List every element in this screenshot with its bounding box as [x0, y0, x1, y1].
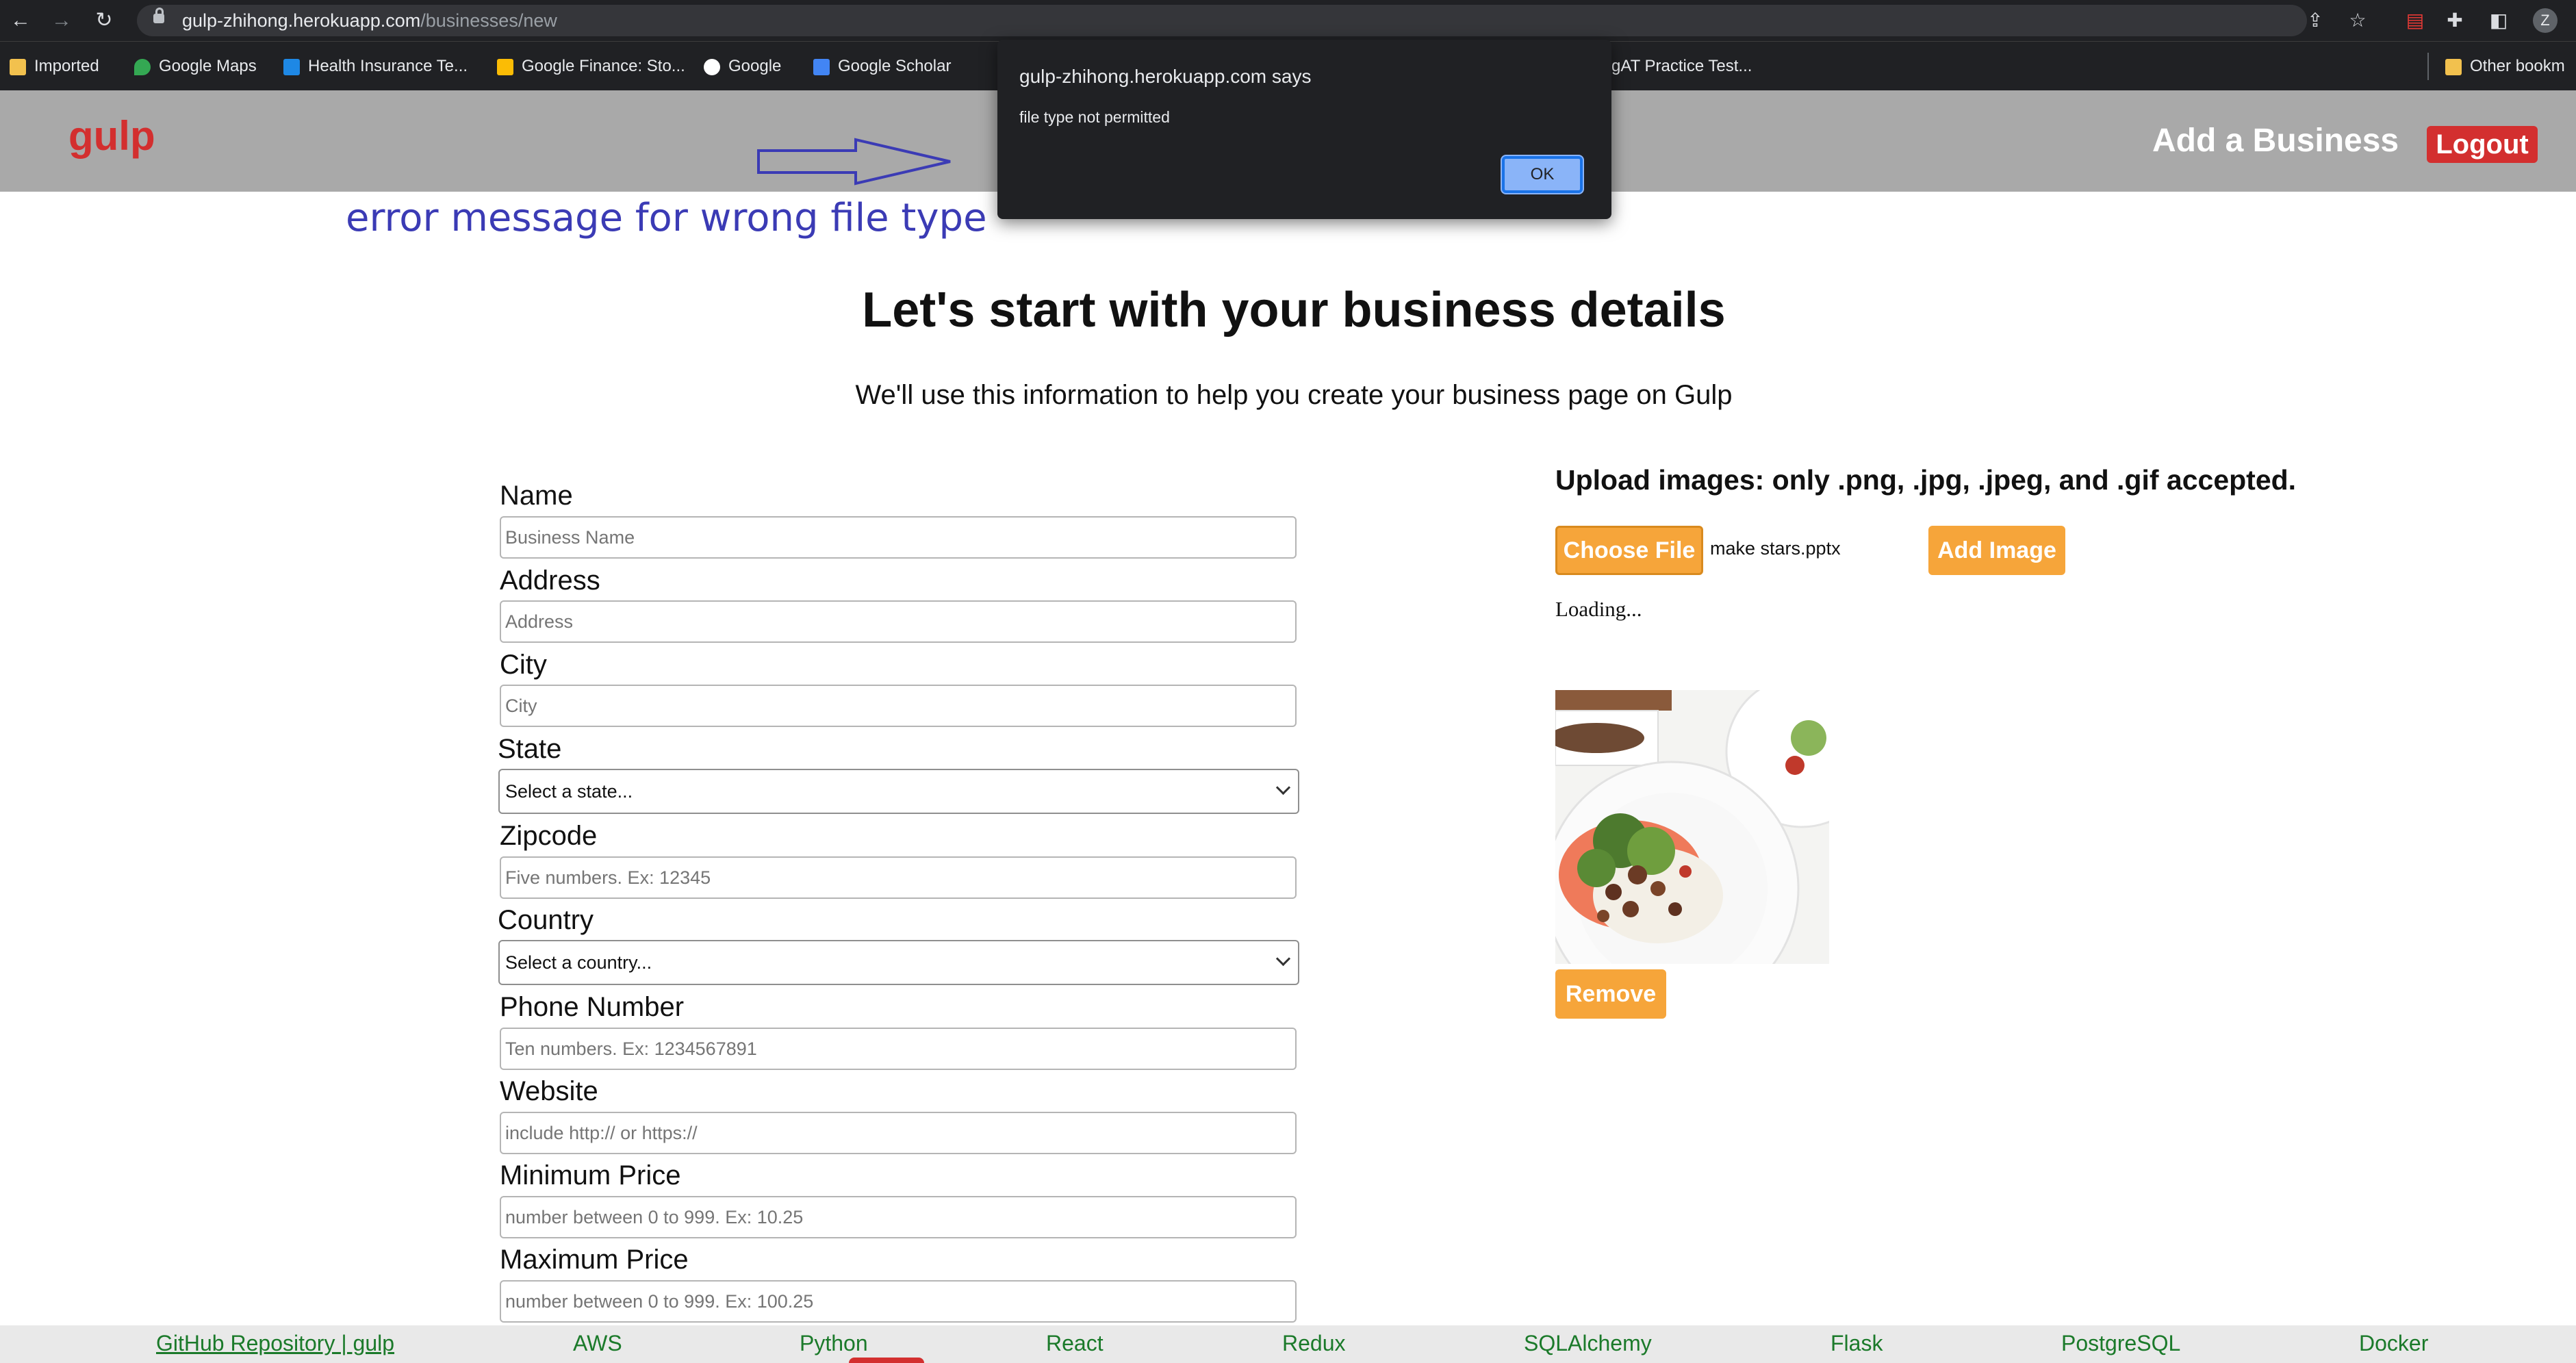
url-text: gulp-zhihong.herokuapp.com/businesses/ne…: [182, 10, 557, 31]
add-business-link[interactable]: Add a Business: [2152, 122, 2399, 160]
website-input[interactable]: include http:// or https://: [500, 1112, 1297, 1154]
bookmark-google-maps[interactable]: Google Maps: [134, 42, 257, 91]
max-price-input[interactable]: number between 0 to 999. Ex: 100.25: [500, 1280, 1297, 1323]
address-input[interactable]: Address: [500, 600, 1297, 643]
side-panel-icon[interactable]: ◧: [2485, 7, 2512, 34]
state-select[interactable]: Select a state...: [498, 769, 1299, 814]
site-logo[interactable]: gulp: [68, 112, 155, 160]
bookmark-gat-practice[interactable]: gAT Practice Test...: [1611, 42, 1752, 91]
footer-link-docker[interactable]: Docker: [2359, 1331, 2428, 1356]
selected-file-name: make stars.pptx: [1710, 538, 1841, 559]
pdf-extension-icon[interactable]: ▤: [2401, 7, 2429, 34]
address-bar[interactable]: gulp-zhihong.herokuapp.com/businesses/ne…: [137, 5, 2307, 36]
footer-link-postgresql[interactable]: PostgreSQL: [2061, 1331, 2180, 1356]
chevron-down-icon: [1275, 780, 1291, 795]
dialog-title: gulp-zhihong.herokuapp.com says: [1019, 66, 1312, 87]
dialog-ok-button[interactable]: OK: [1502, 156, 1583, 193]
website-label: Website: [500, 1076, 598, 1106]
country-select[interactable]: Select a country...: [498, 940, 1299, 985]
profile-avatar[interactable]: Z: [2533, 8, 2558, 33]
page-title: Let's start with your business details: [862, 283, 1726, 337]
chat-tab[interactable]: [849, 1358, 924, 1363]
bookmark-google-finance[interactable]: Google Finance: Sto...: [497, 42, 685, 91]
phone-input[interactable]: Ten numbers. Ex: 1234567891: [500, 1028, 1297, 1070]
star-icon[interactable]: ☆: [2344, 7, 2371, 34]
reload-icon[interactable]: ↻: [90, 7, 118, 34]
annotation-arrow: [757, 138, 951, 186]
bookmark-health-insurance[interactable]: Health Insurance Te...: [283, 42, 468, 91]
add-image-button[interactable]: Add Image: [1928, 526, 2065, 575]
bookmark-google-scholar[interactable]: Google Scholar: [813, 42, 951, 91]
footer-link-flask[interactable]: Flask: [1831, 1331, 1883, 1356]
city-input[interactable]: City: [500, 685, 1297, 727]
min-price-input[interactable]: number between 0 to 999. Ex: 10.25: [500, 1196, 1297, 1238]
choose-file-button[interactable]: Choose File: [1555, 526, 1703, 575]
footer: GitHub Repository | gulp AWS Python Reac…: [0, 1325, 2576, 1363]
footer-link-aws[interactable]: AWS: [573, 1331, 622, 1356]
bookmark-other[interactable]: Other bookm: [2427, 53, 2565, 80]
name-label: Name: [500, 481, 573, 511]
footer-link-redux[interactable]: Redux: [1282, 1331, 1346, 1356]
annotation-text: error message for wrong file type: [346, 196, 987, 240]
lock-icon: [153, 8, 164, 23]
folder-icon: [10, 58, 26, 75]
dialog-message: file type not permitted: [1019, 108, 1170, 126]
finance-icon: [497, 58, 513, 75]
browser-toolbar: ← → ↻ gulp-zhihong.herokuapp.com/busines…: [0, 0, 2576, 41]
footer-link-sqlalchemy[interactable]: SQLAlchemy: [1524, 1331, 1652, 1356]
footer-link-python[interactable]: Python: [800, 1331, 868, 1356]
zipcode-label: Zipcode: [500, 821, 598, 851]
min-price-label: Minimum Price: [500, 1160, 681, 1190]
name-input[interactable]: Business Name: [500, 516, 1297, 559]
footer-link-github[interactable]: GitHub Repository | gulp: [156, 1331, 394, 1356]
back-icon[interactable]: ←: [7, 7, 34, 34]
share-icon[interactable]: ⇪: [2301, 7, 2329, 34]
page-subtitle: We'll use this information to help you c…: [855, 380, 1733, 410]
zipcode-input[interactable]: Five numbers. Ex: 12345: [500, 856, 1297, 899]
loading-text: Loading...: [1555, 597, 1642, 621]
bookmark-imported[interactable]: Imported: [10, 42, 99, 91]
scholar-icon: [813, 58, 830, 75]
address-label: Address: [500, 565, 600, 596]
max-price-label: Maximum Price: [500, 1245, 689, 1275]
footer-link-react[interactable]: React: [1046, 1331, 1104, 1356]
uploaded-image-thumbnail: [1555, 690, 1829, 964]
health-icon: [283, 58, 300, 75]
country-label: Country: [498, 905, 594, 935]
folder-icon: [2445, 58, 2462, 75]
extensions-icon[interactable]: ✚: [2441, 7, 2469, 34]
phone-label: Phone Number: [500, 992, 685, 1022]
forward-icon[interactable]: →: [48, 7, 75, 34]
logout-button[interactable]: Logout: [2427, 126, 2538, 163]
alert-dialog: gulp-zhihong.herokuapp.com says file typ…: [997, 40, 1611, 219]
maps-icon: [134, 58, 151, 75]
state-label: State: [498, 734, 562, 764]
upload-title: Upload images: only .png, .jpg, .jpeg, a…: [1555, 464, 2297, 496]
bookmark-google[interactable]: Google: [704, 42, 781, 91]
food-photo: [1555, 690, 1829, 964]
remove-image-button[interactable]: Remove: [1555, 969, 1666, 1019]
city-label: City: [500, 650, 547, 680]
chevron-down-icon: [1275, 951, 1291, 967]
google-icon: [704, 58, 720, 75]
